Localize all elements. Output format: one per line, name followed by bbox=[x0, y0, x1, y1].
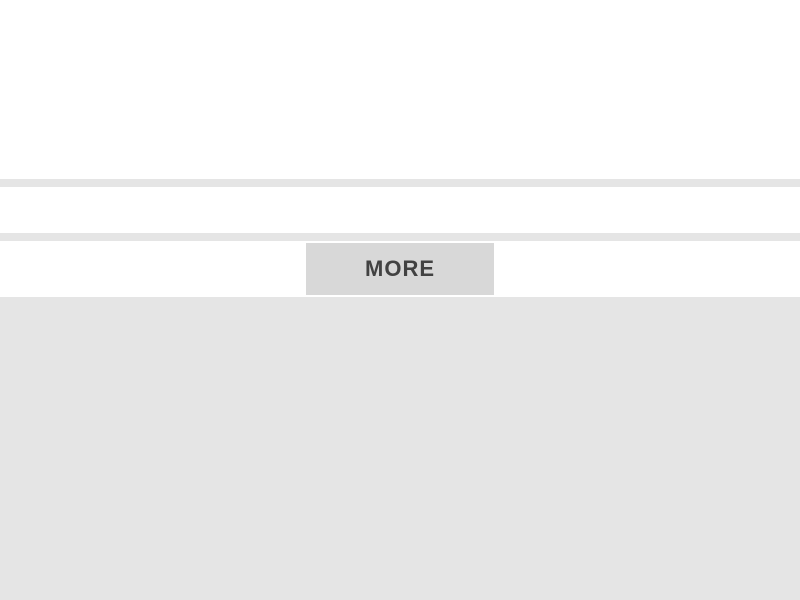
divider bbox=[0, 179, 800, 187]
divider bbox=[0, 233, 800, 241]
bottom-area bbox=[0, 297, 800, 600]
more-row: MORE bbox=[0, 241, 800, 297]
more-label: MORE bbox=[365, 256, 435, 282]
more-button[interactable]: MORE bbox=[306, 243, 494, 295]
white-bar bbox=[0, 187, 800, 233]
top-blank-area bbox=[0, 0, 800, 179]
